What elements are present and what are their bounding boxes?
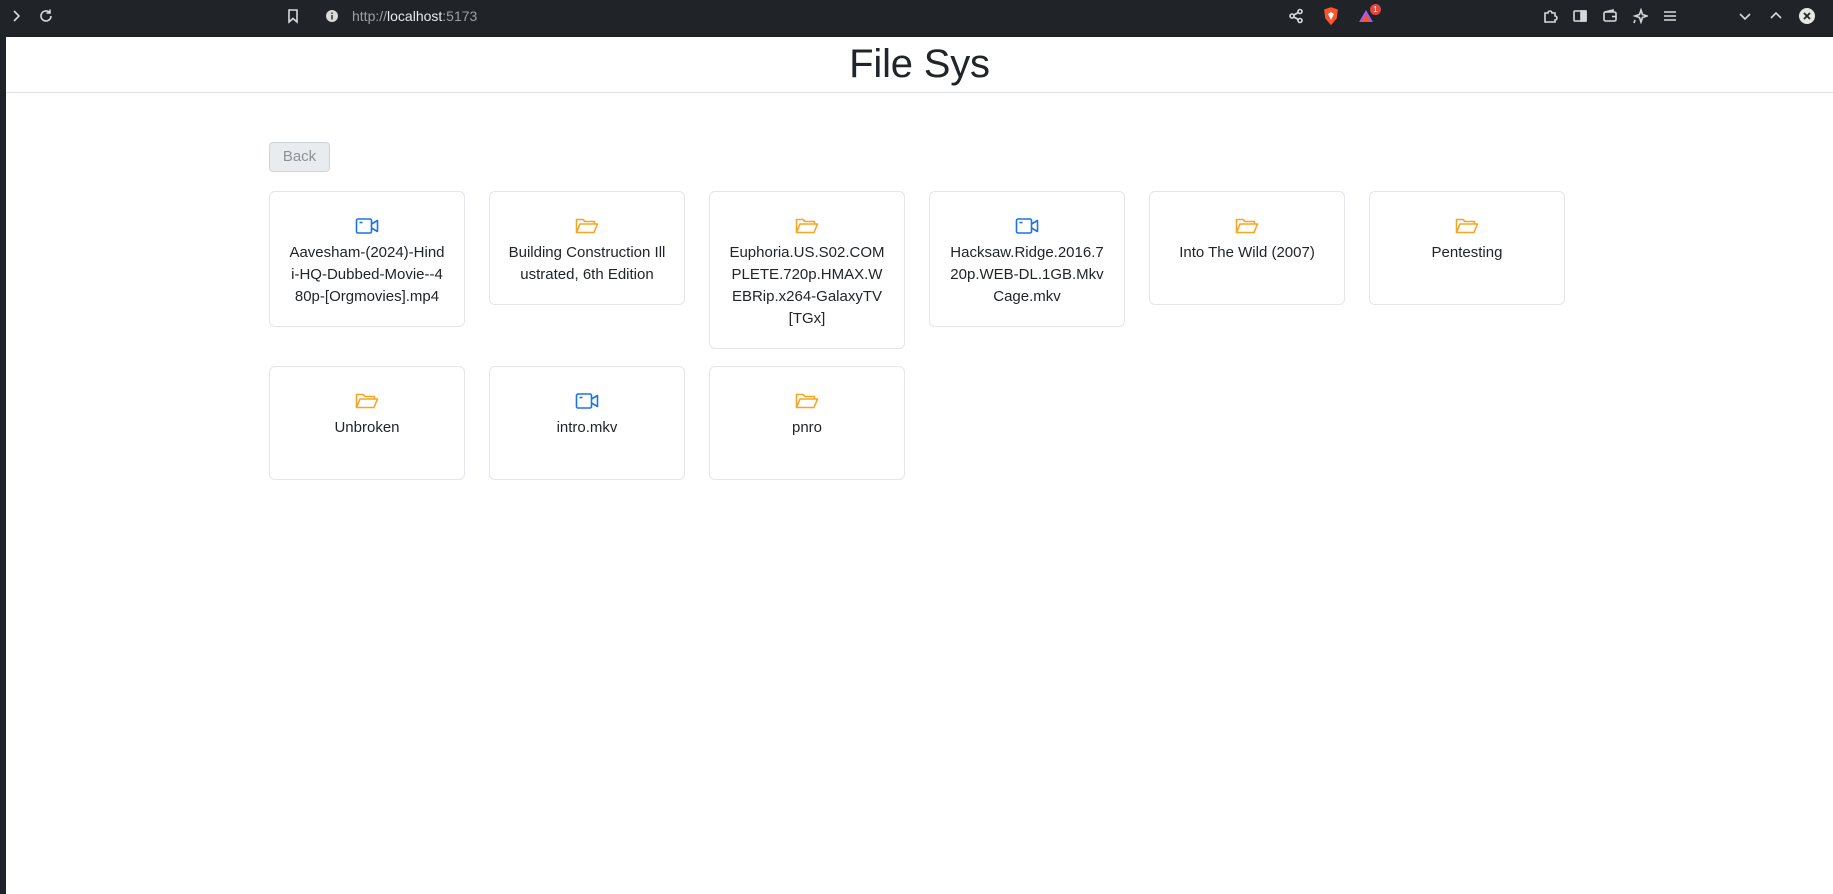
video-icon: [948, 217, 1106, 237]
file-grid: Aavesham-(2024)-Hindi-HQ-Dubbed-Movie--4…: [269, 191, 1569, 480]
item-name: intro.mkv: [556, 419, 618, 436]
page-viewport: File Sys Back Aavesham-(2024)-Hindi-HQ-D…: [6, 37, 1833, 894]
item-name: Unbroken: [334, 419, 400, 436]
menu-icon[interactable]: [1660, 6, 1680, 26]
folder-card[interactable]: Unbroken: [269, 366, 465, 480]
folder-card[interactable]: Into The Wild (2007): [1149, 191, 1345, 305]
back-button[interactable]: Back: [269, 142, 330, 172]
folder-open-icon: [508, 217, 666, 237]
url-host: localhost: [387, 8, 443, 24]
item-name: Hacksaw.Ridge.2016.720p.WEB-DL.1GB.MkvCa…: [950, 244, 1104, 305]
folder-open-icon: [1168, 217, 1326, 237]
video-icon: [508, 392, 666, 412]
item-name: Pentesting: [1431, 244, 1503, 261]
reload-icon[interactable]: [36, 6, 56, 26]
folder-card[interactable]: pnro: [709, 366, 905, 480]
file-browser: Back Aavesham-(2024)-Hindi-HQ-Dubbed-Mov…: [269, 142, 1569, 480]
item-name: Into The Wild (2007): [1179, 244, 1315, 261]
video-icon: [288, 217, 446, 237]
url-port: :5173: [442, 8, 478, 24]
chevron-up-icon[interactable]: [1766, 6, 1786, 26]
folder-card[interactable]: Building Construction Illustrated, 6th E…: [489, 191, 685, 305]
folder-open-icon: [728, 217, 886, 237]
file-card[interactable]: Aavesham-(2024)-Hindi-HQ-Dubbed-Movie--4…: [269, 191, 465, 327]
folder-card[interactable]: Euphoria.US.S02.COMPLETE.720p.HMAX.WEBRi…: [709, 191, 905, 349]
app-header: File Sys: [6, 37, 1833, 93]
leo-ai-icon[interactable]: [1630, 6, 1650, 26]
item-name: Euphoria.US.S02.COMPLETE.720p.HMAX.WEBRi…: [729, 244, 885, 327]
folder-open-icon: [1388, 217, 1546, 237]
chevron-down-icon[interactable]: [1735, 6, 1755, 26]
folder-open-icon: [288, 392, 446, 412]
page-title: File Sys: [849, 42, 990, 86]
bookmark-icon[interactable]: [283, 6, 303, 26]
forward-icon[interactable]: [6, 6, 26, 26]
site-info-icon[interactable]: [322, 6, 342, 26]
extensions-icon[interactable]: [1540, 6, 1560, 26]
item-name: Aavesham-(2024)-Hindi-HQ-Dubbed-Movie--4…: [289, 244, 445, 305]
browser-toolbar: http://localhost:5173 1: [0, 0, 1833, 33]
file-card[interactable]: Hacksaw.Ridge.2016.720p.WEB-DL.1GB.MkvCa…: [929, 191, 1125, 327]
folder-card[interactable]: Pentesting: [1369, 191, 1565, 305]
brave-shields-icon[interactable]: [1321, 6, 1341, 26]
notification-badge: 1: [1370, 4, 1381, 15]
wallet-icon[interactable]: [1600, 6, 1620, 26]
item-name: pnro: [791, 419, 823, 436]
folder-open-icon: [728, 392, 886, 412]
share-icon[interactable]: [1286, 6, 1306, 26]
close-window-icon[interactable]: [1797, 6, 1817, 26]
file-card[interactable]: intro.mkv: [489, 366, 685, 480]
url-scheme: http://: [352, 8, 388, 24]
address-bar[interactable]: http://localhost:5173: [352, 7, 477, 25]
item-name: Building Construction Illustrated, 6th E…: [508, 244, 666, 283]
sidebar-icon[interactable]: [1570, 6, 1590, 26]
